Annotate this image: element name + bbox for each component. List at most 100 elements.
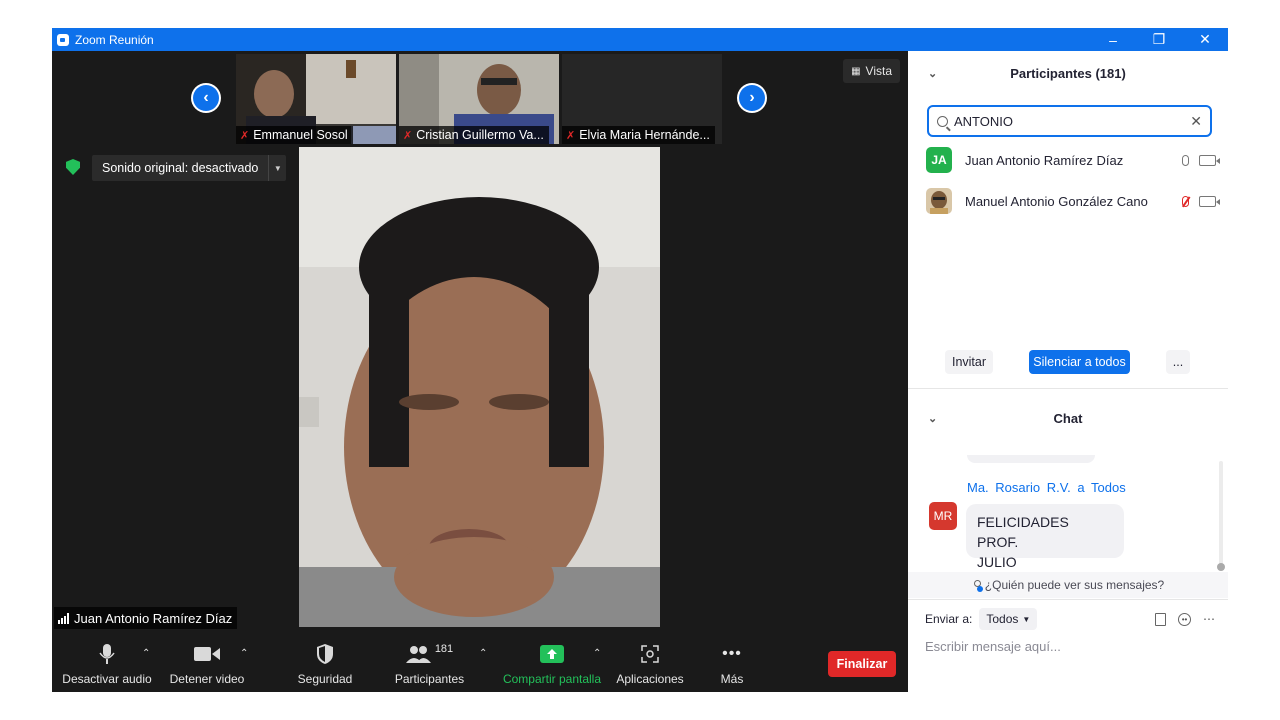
participant-name-tag: ✗ Elvia Maria Hernánde...	[562, 126, 715, 144]
more-dots-icon: •••	[722, 645, 742, 662]
participant-name: Manuel Antonio González Cano	[965, 193, 1148, 209]
more-button[interactable]: ••• Más	[712, 638, 752, 692]
search-value[interactable]: ANTONIO	[954, 114, 1190, 129]
collapse-chevron-icon[interactable]: ⌄	[928, 412, 937, 425]
side-panel: ⌄ Participantes (181) ANTONIO ✕ JA Juan …	[908, 51, 1228, 692]
mic-muted-icon: ✗	[403, 129, 413, 142]
restore-button[interactable]: ❐	[1136, 28, 1182, 51]
zoom-app-icon	[57, 33, 69, 46]
panel-divider	[908, 599, 1228, 600]
more-label: Más	[720, 672, 744, 686]
title-bar: Zoom Reunión – ❐ ✕	[52, 28, 1228, 51]
clear-search-icon[interactable]: ✕	[1190, 113, 1202, 130]
microphone-icon[interactable]	[1182, 154, 1189, 166]
previous-message-bubble	[967, 455, 1095, 463]
video-thumbnail[interactable]: ✗ Elvia Maria Hernánde...	[562, 54, 722, 144]
collapse-chevron-icon[interactable]: ⌄	[928, 67, 937, 80]
who-can-see-link[interactable]: ¿Quién puede ver sus mensajes?	[908, 572, 1228, 598]
video-area: ‹ ✗ Emmanuel Sosol ✗ Cristian Guillermo …	[52, 51, 908, 692]
end-meeting-button[interactable]: Finalizar	[828, 651, 896, 677]
who-can-see-label: ¿Quién puede ver sus mensajes?	[984, 578, 1165, 592]
active-speaker-name-tag: Juan Antonio Ramírez Díaz	[54, 607, 238, 629]
audio-options-caret[interactable]: ⌃	[142, 648, 150, 659]
grid-icon: ▦	[851, 65, 861, 77]
video-options-caret[interactable]: ⌃	[240, 648, 248, 659]
original-sound-label: Sonido original: desactivado	[102, 161, 259, 175]
participant-name: Elvia Maria Hernánde...	[579, 128, 710, 142]
emoji-icon[interactable]: ••	[1178, 612, 1191, 626]
chat-scrollbar[interactable]	[1219, 461, 1223, 567]
participant-actions: Invitar Silenciar a todos ...	[908, 350, 1228, 374]
mic-muted-icon: ✗	[566, 129, 576, 142]
microphone-icon	[99, 638, 115, 670]
mic-muted-icon: ✗	[240, 129, 250, 142]
original-sound-toggle[interactable]: Sonido original: desactivado ▼	[92, 155, 287, 181]
stop-video-button[interactable]: Detener video	[167, 638, 247, 692]
participant-row[interactable]: JA Juan Antonio Ramírez Díaz	[926, 146, 1220, 174]
mic-muted-icon[interactable]	[1182, 195, 1189, 207]
mute-audio-button[interactable]: Desactivar audio	[62, 638, 152, 692]
visibility-user-icon	[972, 579, 983, 592]
participant-name-tag: ✗ Emmanuel Sosol	[236, 126, 353, 144]
chevron-right-icon: ›	[739, 85, 765, 111]
participant-name: Emmanuel Sosol	[253, 128, 348, 142]
participant-search-input[interactable]: ANTONIO ✕	[927, 105, 1212, 137]
video-thumbnail[interactable]: ✗ Emmanuel Sosol	[236, 54, 396, 144]
participants-label: Participantes	[394, 672, 465, 686]
chat-header: ⌄ Chat	[908, 398, 1228, 438]
chevron-left-icon: ‹	[193, 85, 219, 111]
encryption-shield-icon[interactable]	[66, 159, 80, 175]
more-dots-icon[interactable]: ⋯	[1203, 612, 1215, 626]
send-to-label: Enviar a:	[925, 612, 973, 626]
mute-all-button[interactable]: Silenciar a todos	[1029, 350, 1130, 374]
apps-button[interactable]: Aplicaciones	[615, 638, 685, 692]
close-window-button[interactable]: ✕	[1182, 28, 1228, 51]
security-button[interactable]: Seguridad	[290, 638, 360, 692]
window-title: Zoom Reunión	[75, 32, 154, 47]
more-options-button[interactable]: ...	[1166, 350, 1190, 374]
participants-icon: 181	[405, 638, 453, 670]
send-to-select[interactable]: Todos ▼	[979, 608, 1038, 630]
chat-message-bubble: FELICIDADES PROF. JULIO CHAVARRILLO	[966, 504, 1124, 590]
active-speaker-video[interactable]	[299, 147, 660, 627]
participants-title: Participantes (181)	[1010, 65, 1126, 81]
minimize-button[interactable]: –	[1090, 28, 1136, 51]
message-sender: Ma. Rosario R.V. a Todos	[967, 480, 1126, 495]
meeting-toolbar: Desactivar audio ⌃ Detener video ⌃ Segur…	[52, 638, 908, 692]
participants-button[interactable]: 181 Participantes	[392, 638, 467, 692]
stop-video-label: Detener video	[169, 672, 245, 686]
chevron-down-icon[interactable]: ▼	[268, 155, 286, 181]
speaker-video-frame	[299, 147, 660, 627]
share-options-caret[interactable]: ⌃	[593, 648, 601, 659]
mute-audio-label: Desactivar audio	[62, 672, 152, 686]
next-page-button[interactable]: ›	[737, 83, 767, 113]
video-camera-icon	[194, 638, 220, 670]
share-screen-icon	[540, 638, 564, 670]
invite-button[interactable]: Invitar	[945, 350, 993, 374]
participant-name: Juan Antonio Ramírez Díaz	[965, 152, 1124, 168]
view-button[interactable]: ▦ Vista	[843, 59, 900, 83]
share-screen-button[interactable]: Compartir pantalla	[500, 638, 604, 692]
file-icon[interactable]	[1155, 612, 1166, 626]
chat-message-input[interactable]: Escribir mensaje aquí...	[925, 635, 1215, 657]
zoom-window: Zoom Reunión – ❐ ✕ ‹ ✗ Emmanuel Sosol ✗ …	[52, 28, 1228, 692]
chat-title: Chat	[1053, 410, 1083, 426]
video-camera-icon[interactable]	[1199, 154, 1220, 166]
security-label: Seguridad	[297, 672, 353, 686]
avatar: JA	[926, 147, 952, 173]
avatar	[926, 188, 952, 214]
share-screen-label: Compartir pantalla	[502, 672, 602, 686]
participant-name-tag: ✗ Cristian Guillermo Va...	[399, 126, 549, 144]
video-camera-icon[interactable]	[1199, 195, 1220, 207]
previous-page-button[interactable]: ‹	[191, 83, 221, 113]
panel-divider	[908, 388, 1228, 389]
participants-header: ⌄ Participantes (181)	[908, 51, 1228, 95]
participants-options-caret[interactable]: ⌃	[479, 648, 487, 659]
video-thumbnail[interactable]: ✗ Cristian Guillermo Va...	[399, 54, 559, 144]
chat-input-placeholder: Escribir mensaje aquí...	[925, 638, 1061, 654]
thumbnail-strip: ✗ Emmanuel Sosol ✗ Cristian Guillermo Va…	[236, 54, 722, 144]
signal-strength-icon	[58, 612, 69, 624]
apps-label: Aplicaciones	[616, 672, 684, 686]
participant-row[interactable]: Manuel Antonio González Cano	[926, 187, 1220, 215]
scroll-down-indicator[interactable]	[1217, 563, 1225, 571]
